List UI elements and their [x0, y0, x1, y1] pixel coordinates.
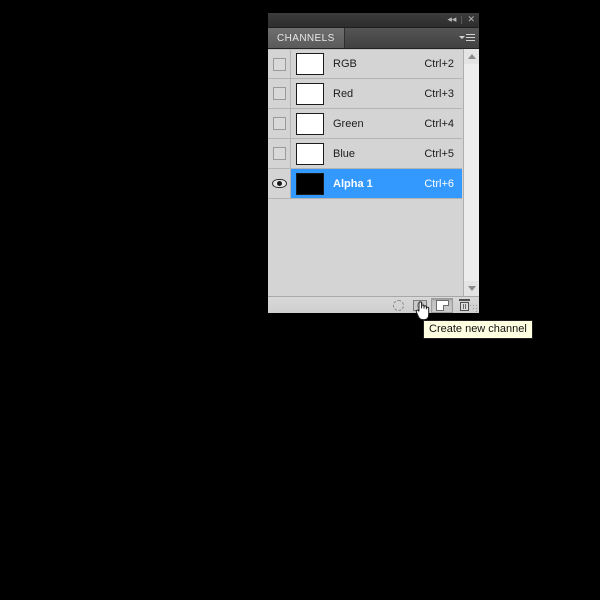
- channel-shortcut: Ctrl+4: [424, 117, 454, 130]
- collapse-to-icons-icon[interactable]: ◂◂: [446, 15, 457, 25]
- channel-row[interactable]: Alpha 1 Ctrl+6: [268, 169, 462, 199]
- panel-menu-icon[interactable]: [459, 32, 475, 44]
- tooltip-text: Create new channel: [429, 323, 527, 335]
- channels-panel: ◂◂ ✕ CHANNELS RGB Ctrl+2 Red Ctrl+3 Green Ctr…: [268, 13, 479, 313]
- channel-name: Blue: [333, 147, 356, 160]
- channel-list: RGB Ctrl+2 Red Ctrl+3 Green Ctrl+4 Blue Ctrl+5 A…: [268, 49, 479, 296]
- titlebar-separator: [461, 16, 463, 24]
- channel-name: Green: [333, 117, 364, 130]
- eye-off-icon: [272, 57, 286, 71]
- tooltip: Create new channel: [423, 320, 533, 339]
- screen-canvas: ◂◂ ✕ CHANNELS RGB Ctrl+2 Red Ctrl+3 Green Ctr…: [0, 0, 600, 600]
- tab-channels-label: CHANNELS: [277, 32, 335, 44]
- channel-visibility-toggle[interactable]: [268, 139, 291, 168]
- panel-title-bar: ◂◂ ✕: [268, 13, 479, 28]
- channel-visibility-toggle[interactable]: [268, 109, 291, 138]
- channel-name: Alpha 1: [333, 177, 373, 190]
- channel-row[interactable]: Blue Ctrl+5: [268, 139, 462, 169]
- channel-row[interactable]: RGB Ctrl+2: [268, 49, 462, 79]
- channel-name: Red: [333, 87, 354, 100]
- channel-visibility-toggle[interactable]: [268, 79, 291, 108]
- channel-visibility-toggle[interactable]: [268, 50, 291, 78]
- channel-thumbnail[interactable]: [296, 112, 324, 135]
- channel-visibility-toggle[interactable]: [268, 169, 291, 198]
- scroll-down-icon[interactable]: [464, 281, 479, 296]
- close-icon[interactable]: ✕: [466, 15, 476, 25]
- new-page-icon: [435, 299, 449, 311]
- channel-shortcut: Ctrl+2: [424, 58, 454, 70]
- channels-panel-toolbar: [268, 296, 479, 313]
- channel-thumbnail[interactable]: [296, 142, 324, 165]
- channel-rows: RGB Ctrl+2 Red Ctrl+3 Green Ctrl+4 Blue Ctrl+5 A…: [268, 49, 462, 199]
- panel-tab-strip: CHANNELS: [268, 28, 479, 49]
- channel-thumbnail[interactable]: [296, 172, 324, 195]
- load-channel-as-selection-button[interactable]: [387, 298, 409, 313]
- panel-title-bar-controls: ◂◂ ✕: [446, 13, 476, 27]
- create-new-channel-button[interactable]: [431, 297, 453, 313]
- channel-shortcut: Ctrl+5: [424, 147, 454, 160]
- save-selection-as-channel-button[interactable]: [409, 298, 431, 313]
- scroll-up-icon[interactable]: [464, 49, 479, 64]
- eye-off-icon: [272, 117, 286, 130]
- eye-icon: [271, 177, 287, 190]
- channel-list-scrollbar[interactable]: [463, 49, 479, 296]
- channel-shortcut: Ctrl+6: [424, 177, 454, 190]
- tab-channels[interactable]: CHANNELS: [268, 28, 345, 48]
- eye-off-icon: [272, 147, 286, 160]
- panel-menu-lines-icon: [466, 34, 475, 43]
- channel-thumbnail[interactable]: [296, 82, 324, 105]
- panel-resize-grip[interactable]: [468, 303, 477, 312]
- mask-icon: [413, 299, 427, 311]
- channel-shortcut: Ctrl+3: [424, 87, 454, 100]
- channel-thumbnail[interactable]: [296, 53, 324, 75]
- channel-name: RGB: [333, 58, 357, 70]
- channel-row[interactable]: Green Ctrl+4: [268, 109, 462, 139]
- eye-off-icon: [272, 87, 286, 100]
- scrollbar-track[interactable]: [464, 64, 479, 281]
- panel-menu-triangle-icon: [459, 36, 465, 39]
- channel-row[interactable]: Red Ctrl+3: [268, 79, 462, 109]
- dashed-circle-icon: [392, 299, 404, 311]
